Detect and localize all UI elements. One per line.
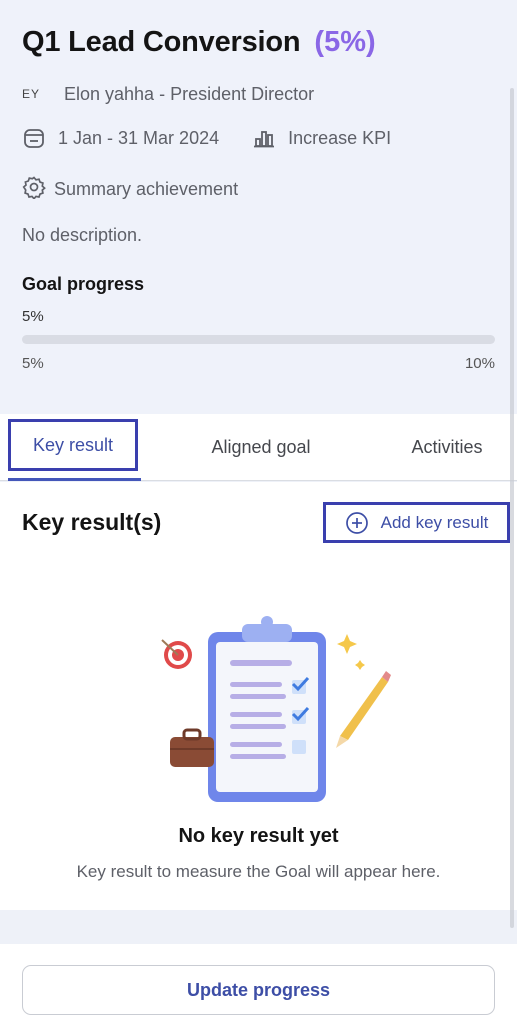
empty-state-title: No key result yet (178, 825, 339, 847)
summary-label: Summary achievement (54, 179, 239, 199)
key-results-heading: Key result(s) (22, 509, 162, 535)
update-progress-button[interactable]: Update progress (22, 965, 495, 1015)
avatar: EY (22, 87, 41, 101)
meta-row: 1 Jan - 31 Mar 2024 Increase KPI (22, 126, 391, 150)
add-key-result-button[interactable]: Add key result (323, 502, 510, 543)
section-gap (0, 910, 517, 944)
active-tab-indicator (8, 478, 141, 481)
briefcase-icon (170, 728, 214, 767)
goal-title: Q1 Lead Conversion (22, 26, 301, 58)
pencil-icon (336, 671, 391, 748)
progress-min: 5% (22, 355, 44, 372)
footer-bar: Update progress (0, 944, 517, 1024)
key-results-panel: Key result(s) Add key result No key resu… (0, 482, 517, 910)
goal-progress-value: 5% (22, 308, 44, 325)
scrollbar[interactable] (510, 88, 514, 928)
tab-key-result[interactable]: Key result (8, 419, 138, 471)
plus-circle-icon (345, 511, 369, 535)
goal-percent: (5%) (314, 26, 376, 58)
goal-progress-bar (22, 335, 495, 344)
goal-progress-label: Goal progress (22, 274, 145, 294)
kpi-label: Increase KPI (288, 127, 392, 148)
goal-header: Q1 Lead Conversion (5%) EY Elon yahha - … (0, 0, 517, 414)
title-row: Q1 Lead Conversion (5%) (22, 26, 376, 59)
add-key-result-label: Add key result (380, 512, 489, 532)
bar-chart-icon (252, 126, 276, 150)
owner-name: Elon yahha - President Director (64, 83, 315, 104)
goal-description: No description. (22, 225, 143, 245)
progress-max: 10% (464, 355, 495, 372)
empty-state-subtitle: Key result to measure the Goal will appe… (76, 862, 441, 881)
gear-icon (22, 175, 46, 204)
empty-clipboard-illustration (161, 616, 391, 802)
target-icon (161, 639, 192, 669)
summary-achievement[interactable]: Summary achievement (22, 175, 238, 204)
tab-bar: Key result Aligned goal Activities (0, 414, 517, 481)
kpi-type: Increase KPI (252, 126, 391, 150)
tab-activities[interactable]: Activities (392, 414, 502, 480)
tab-aligned-goal[interactable]: Aligned goal (196, 414, 326, 480)
owner-row[interactable]: EY Elon yahha - President Director (22, 82, 314, 106)
calendar-icon (22, 126, 46, 150)
date-range: 1 Jan - 31 Mar 2024 (58, 127, 220, 148)
